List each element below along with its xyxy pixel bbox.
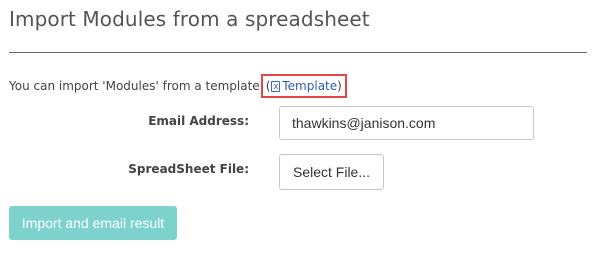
paren-open: ( (265, 79, 271, 93)
template-link[interactable]: Template (282, 78, 337, 94)
header-divider (9, 52, 587, 53)
intro-text: You can import 'Modules' from a template (9, 79, 260, 93)
page-title: Import Modules from a spreadsheet (9, 7, 370, 31)
select-file-button[interactable]: Select File... (279, 154, 384, 190)
paren-close: ) (337, 79, 342, 93)
email-input[interactable] (279, 106, 534, 140)
spreadsheet-file-label: SpreadSheet File: (128, 162, 249, 176)
import-and-email-button[interactable]: Import and email result (9, 206, 177, 240)
email-label: Email Address: (148, 114, 249, 128)
excel-file-icon[interactable] (271, 79, 281, 95)
intro-line: You can import 'Modules' from a template… (9, 74, 347, 98)
template-highlight-box: ( Template ) (260, 74, 347, 98)
